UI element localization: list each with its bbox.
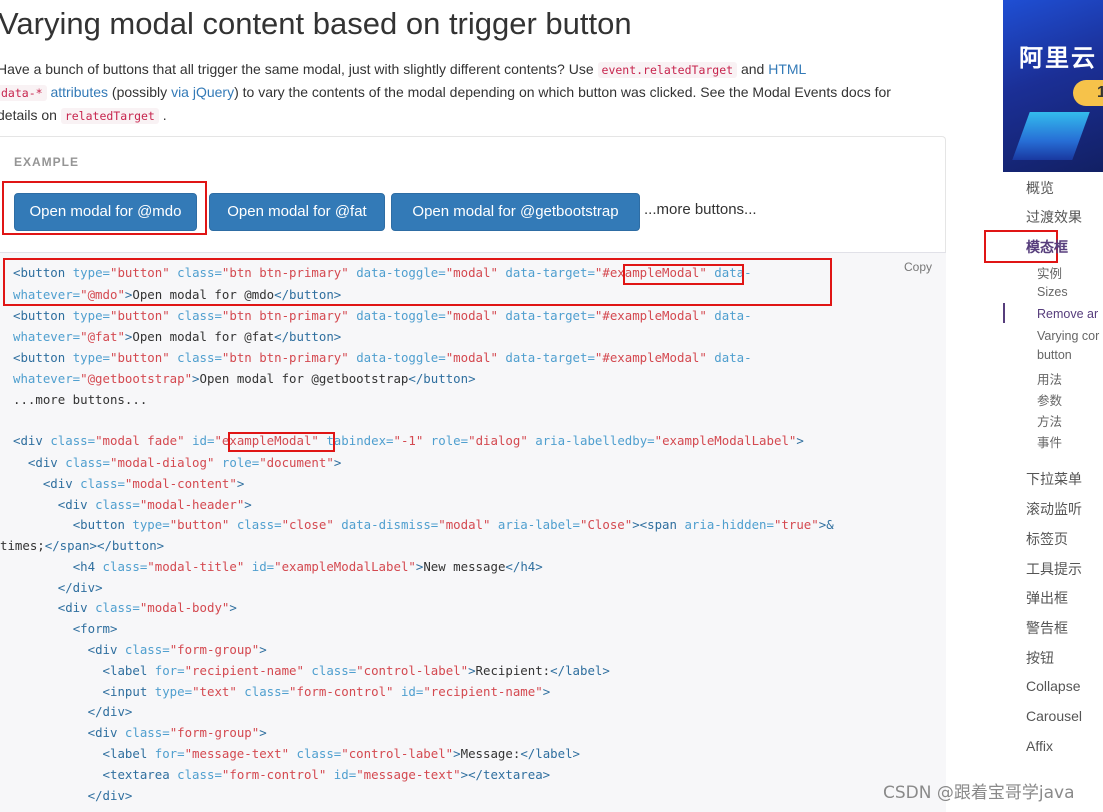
sidebar-item-scrollspy[interactable]: 滚动监听 bbox=[1026, 499, 1082, 519]
sidebar-item-overview[interactable]: 概览 bbox=[1026, 178, 1054, 198]
sidebar-item-collapse[interactable]: Collapse bbox=[1026, 678, 1080, 694]
sidebar-item-tabs[interactable]: 标签页 bbox=[1026, 529, 1068, 549]
sidebar-item-transitions[interactable]: 过渡效果 bbox=[1026, 207, 1082, 227]
code-line: <label for="message-text" class="control… bbox=[102, 746, 580, 761]
code-line: whatever="@getbootstrap">Open modal for … bbox=[13, 371, 476, 386]
ad-pill: 1 bbox=[1073, 80, 1103, 106]
code-line: <textarea class="form-control" id="messa… bbox=[102, 767, 551, 782]
sidebar-subitem-events[interactable]: 事件 bbox=[1037, 432, 1062, 451]
code-line: whatever="@fat">Open modal for @fat</but… bbox=[13, 329, 342, 344]
sidebar-subitem-options[interactable]: 参数 bbox=[1037, 390, 1062, 409]
sidebar-item-popovers[interactable]: 弹出框 bbox=[1026, 588, 1068, 608]
sidebar-subitem-methods[interactable]: 方法 bbox=[1037, 411, 1062, 430]
sidebar-subitem-varying-content[interactable]: Varying cor bbox=[1037, 329, 1099, 343]
more-buttons-text: ...more buttons... bbox=[644, 201, 757, 218]
code-line: </div> bbox=[87, 704, 133, 719]
attributes-link[interactable]: attributes bbox=[50, 84, 108, 100]
code-line: <div class="modal fade" id="exampleModal… bbox=[13, 433, 804, 448]
code-line: <div class="modal-dialog" role="document… bbox=[27, 455, 342, 470]
highlight-box-button bbox=[2, 181, 207, 235]
open-modal-getbootstrap-button[interactable]: Open modal for @getbootstrap bbox=[391, 193, 640, 231]
intro-text: (possibly bbox=[108, 84, 172, 100]
copy-button[interactable]: Copy bbox=[904, 260, 932, 274]
ad-illustration bbox=[1012, 112, 1090, 160]
code-line: <form> bbox=[72, 621, 118, 636]
sidebar-item-alerts[interactable]: 警告框 bbox=[1026, 618, 1068, 638]
sidebar-item-affix[interactable]: Affix bbox=[1026, 738, 1053, 754]
code-line: <input type="text" class="form-control" … bbox=[102, 684, 551, 699]
code-line: <div class="modal-body"> bbox=[57, 600, 237, 615]
code-line: </div> bbox=[57, 580, 103, 595]
sidebar-item-carousel[interactable]: Carousel bbox=[1026, 708, 1082, 724]
sidebar-subitem-examples[interactable]: 实例 bbox=[1037, 263, 1062, 282]
intro-text: Have a bunch of buttons that all trigger… bbox=[0, 61, 598, 77]
highlight-box-data-target bbox=[623, 264, 744, 285]
csdn-watermark: CSDN @跟着宝哥学java bbox=[883, 783, 1075, 803]
code-line: <div class="modal-content"> bbox=[42, 476, 245, 491]
code-line: <button type="button" class="btn btn-pri… bbox=[13, 350, 752, 365]
advertisement-banner[interactable]: 阿里云 1 bbox=[1003, 0, 1103, 172]
inline-code: data-* bbox=[0, 85, 47, 101]
open-modal-fat-button[interactable]: Open modal for @fat bbox=[209, 193, 385, 231]
highlight-box-modal-id bbox=[228, 432, 335, 452]
sidebar-item-dropdowns[interactable]: 下拉菜单 bbox=[1026, 469, 1082, 489]
intro-text: . bbox=[158, 107, 167, 123]
sidebar-subitem-remove-animation[interactable]: Remove ar bbox=[1037, 307, 1098, 321]
inline-code: event.relatedTarget bbox=[597, 62, 738, 78]
code-line: <div class="form-group"> bbox=[87, 642, 267, 657]
sidebar-item-buttons[interactable]: 按钮 bbox=[1026, 648, 1054, 668]
intro-text: and bbox=[737, 61, 769, 77]
active-indicator bbox=[1003, 303, 1005, 323]
html-link[interactable]: HTML bbox=[768, 61, 806, 77]
code-line: ...more buttons... bbox=[13, 392, 148, 407]
code-line: <div class="form-group"> bbox=[87, 725, 267, 740]
code-line: <button type="button" class="btn btn-pri… bbox=[13, 308, 752, 323]
code-line: <h4 class="modal-title" id="exampleModal… bbox=[72, 559, 543, 574]
sidebar-item-modal[interactable]: 模态框 bbox=[1026, 237, 1068, 257]
sidebar-subitem-button[interactable]: button bbox=[1037, 348, 1072, 362]
sidebar-subitem-sizes[interactable]: Sizes bbox=[1037, 285, 1068, 299]
ad-title: 阿里云 bbox=[1019, 45, 1097, 72]
code-line: <label for="recipient-name" class="contr… bbox=[102, 663, 610, 678]
example-label: EXAMPLE bbox=[14, 155, 80, 169]
inline-code: relatedTarget bbox=[60, 108, 159, 124]
code-line: </div> bbox=[87, 788, 133, 803]
sidebar-item-tooltips[interactable]: 工具提示 bbox=[1026, 559, 1082, 579]
sidebar-subitem-usage[interactable]: 用法 bbox=[1037, 369, 1062, 388]
code-line: times;</span></button> bbox=[0, 538, 165, 553]
jquery-link[interactable]: via jQuery bbox=[171, 84, 234, 100]
code-line: <div class="modal-header"> bbox=[57, 497, 252, 512]
page-title: Varying modal content based on trigger b… bbox=[0, 6, 632, 41]
intro-paragraph: Have a bunch of buttons that all trigger… bbox=[0, 58, 927, 127]
code-line: <button type="button" class="close" data… bbox=[72, 517, 834, 532]
